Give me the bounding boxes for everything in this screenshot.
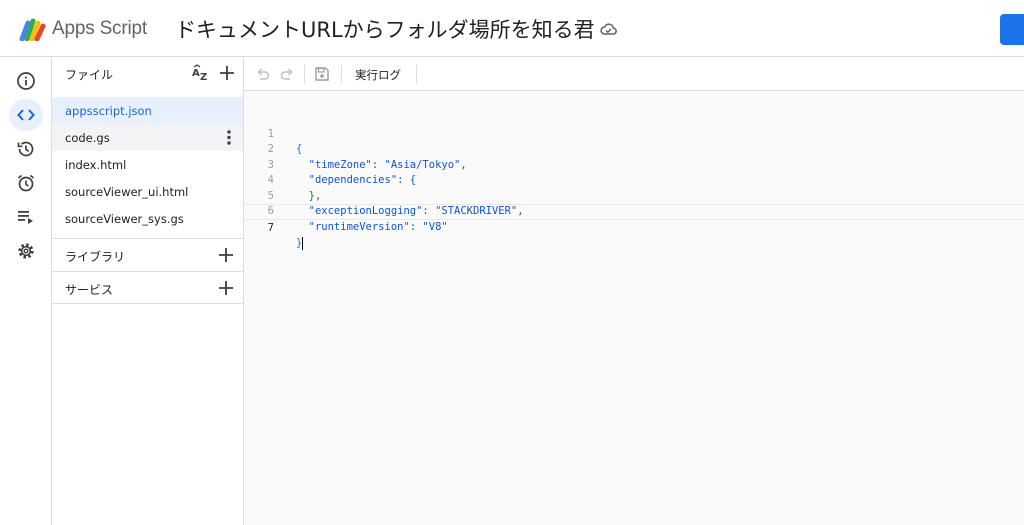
executions-icon xyxy=(18,211,33,224)
line-number: 7 xyxy=(267,221,274,234)
code-editor[interactable]: 1 { 2 "timeZone": "Asia/Tokyo", 3 "depen… xyxy=(244,91,1024,525)
code-text: "runtimeVersion": "V8" xyxy=(296,220,448,233)
toolbar-divider xyxy=(304,65,305,83)
deploy-button[interactable]: デ xyxy=(1000,14,1024,45)
add-library-icon[interactable] xyxy=(217,246,235,264)
code-line: 5 "exceptionLogging": "STACKDRIVER", xyxy=(244,173,1024,218)
cloud-saved-icon xyxy=(600,23,617,35)
rail-item-history[interactable] xyxy=(9,133,43,165)
apps-script-logo-icon[interactable] xyxy=(18,17,46,41)
file-item-code-gs[interactable]: code.gs xyxy=(52,124,243,151)
code-line: 2 "timeZone": "Asia/Tokyo", xyxy=(244,127,1024,171)
more-vert-icon[interactable] xyxy=(227,130,231,145)
file-item-index-html[interactable]: index.html xyxy=(52,151,243,178)
history-icon xyxy=(17,141,34,157)
add-service-icon[interactable] xyxy=(217,279,235,297)
rail-item-editor[interactable] xyxy=(9,99,43,131)
code-lines: 1 { 2 "timeZone": "Asia/Tokyo", 3 "depen… xyxy=(244,111,1024,250)
app-header: Apps Script ドキュメントURLからフォルダ場所を知る君 デ xyxy=(0,0,1024,57)
info-icon xyxy=(17,72,35,90)
rail-item-settings[interactable] xyxy=(9,235,43,267)
files-title: ファイル xyxy=(65,68,114,82)
file-name: sourceViewer_ui.html xyxy=(65,185,189,199)
project-title[interactable]: ドキュメントURLからフォルダ場所を知る君 xyxy=(175,14,595,44)
editor-toolbar: 実行ログ xyxy=(244,57,1024,91)
code-icon xyxy=(17,109,35,121)
file-name: sourceViewer_sys.gs xyxy=(65,212,184,226)
undo-icon[interactable] xyxy=(255,66,271,82)
app-name[interactable]: Apps Script xyxy=(52,18,147,40)
file-name: appsscript.json xyxy=(65,104,152,118)
file-item-sourceviewer-sys-gs[interactable]: sourceViewer_sys.gs xyxy=(52,205,243,232)
rail-item-executions[interactable] xyxy=(9,201,43,233)
libraries-label: ライブラリ xyxy=(65,250,126,264)
rail-item-triggers[interactable] xyxy=(9,167,43,199)
redo-icon[interactable] xyxy=(279,66,295,82)
svg-text:Z: Z xyxy=(200,72,207,82)
file-item-appsscript-json[interactable]: appsscript.json xyxy=(52,97,243,124)
file-name: index.html xyxy=(65,158,127,172)
navigation-rail xyxy=(0,57,52,525)
files-header: ファイル A Z xyxy=(52,57,243,89)
code-line: 1 { xyxy=(244,111,1024,156)
services-section[interactable]: サービス xyxy=(52,271,243,304)
toolbar-divider xyxy=(416,65,417,83)
svg-text:A: A xyxy=(192,68,200,79)
execution-log-button[interactable]: 実行ログ xyxy=(355,67,401,83)
code-line: 3 "dependencies": { xyxy=(244,142,1024,187)
toolbar-divider xyxy=(341,65,342,83)
gear-icon xyxy=(18,243,34,259)
file-name: code.gs xyxy=(65,131,110,145)
libraries-section[interactable]: ライブラリ xyxy=(52,238,243,271)
code-line: 4 }, xyxy=(244,158,1024,202)
code-line: 6 "runtimeVersion": "V8" xyxy=(244,189,1024,233)
sort-az-icon[interactable]: A Z xyxy=(191,64,211,82)
alarm-icon xyxy=(17,174,35,192)
file-item-sourceviewer-ui-html[interactable]: sourceViewer_ui.html xyxy=(52,178,243,205)
files-panel: ファイル A Z appsscript.json code.gs index.h… xyxy=(52,57,244,525)
text-cursor xyxy=(302,236,304,250)
rail-item-overview[interactable] xyxy=(9,65,43,97)
services-label: サービス xyxy=(65,283,114,297)
save-icon[interactable] xyxy=(314,66,330,82)
code-line-current: 7 } xyxy=(244,204,1024,250)
add-file-icon[interactable] xyxy=(218,64,236,82)
